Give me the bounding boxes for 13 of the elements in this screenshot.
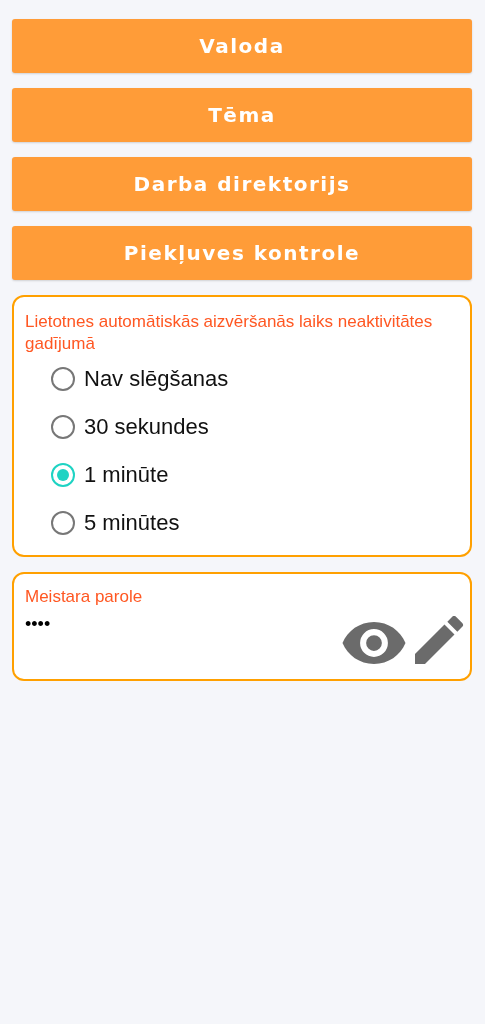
radio-button[interactable] (51, 511, 75, 535)
radio-label[interactable]: Nav slēgšanas (84, 366, 229, 392)
card-label: Lietotnes automātiskās aizvēršanās laiks neaktivitātes gadījumā (25, 311, 434, 355)
radio-label[interactable]: 30 sekundes (84, 414, 209, 440)
password-value: •••• (25, 614, 51, 635)
radio-label[interactable]: 1 minūte (84, 462, 169, 488)
pencil-icon[interactable] (414, 616, 464, 664)
card-label: Meistara parole (25, 586, 144, 608)
radio-button[interactable] (51, 415, 75, 439)
eye-icon[interactable] (342, 622, 406, 664)
radio-button[interactable] (51, 463, 75, 487)
radio-button[interactable] (51, 367, 75, 391)
radio-label[interactable]: 5 minūtes (84, 510, 180, 536)
